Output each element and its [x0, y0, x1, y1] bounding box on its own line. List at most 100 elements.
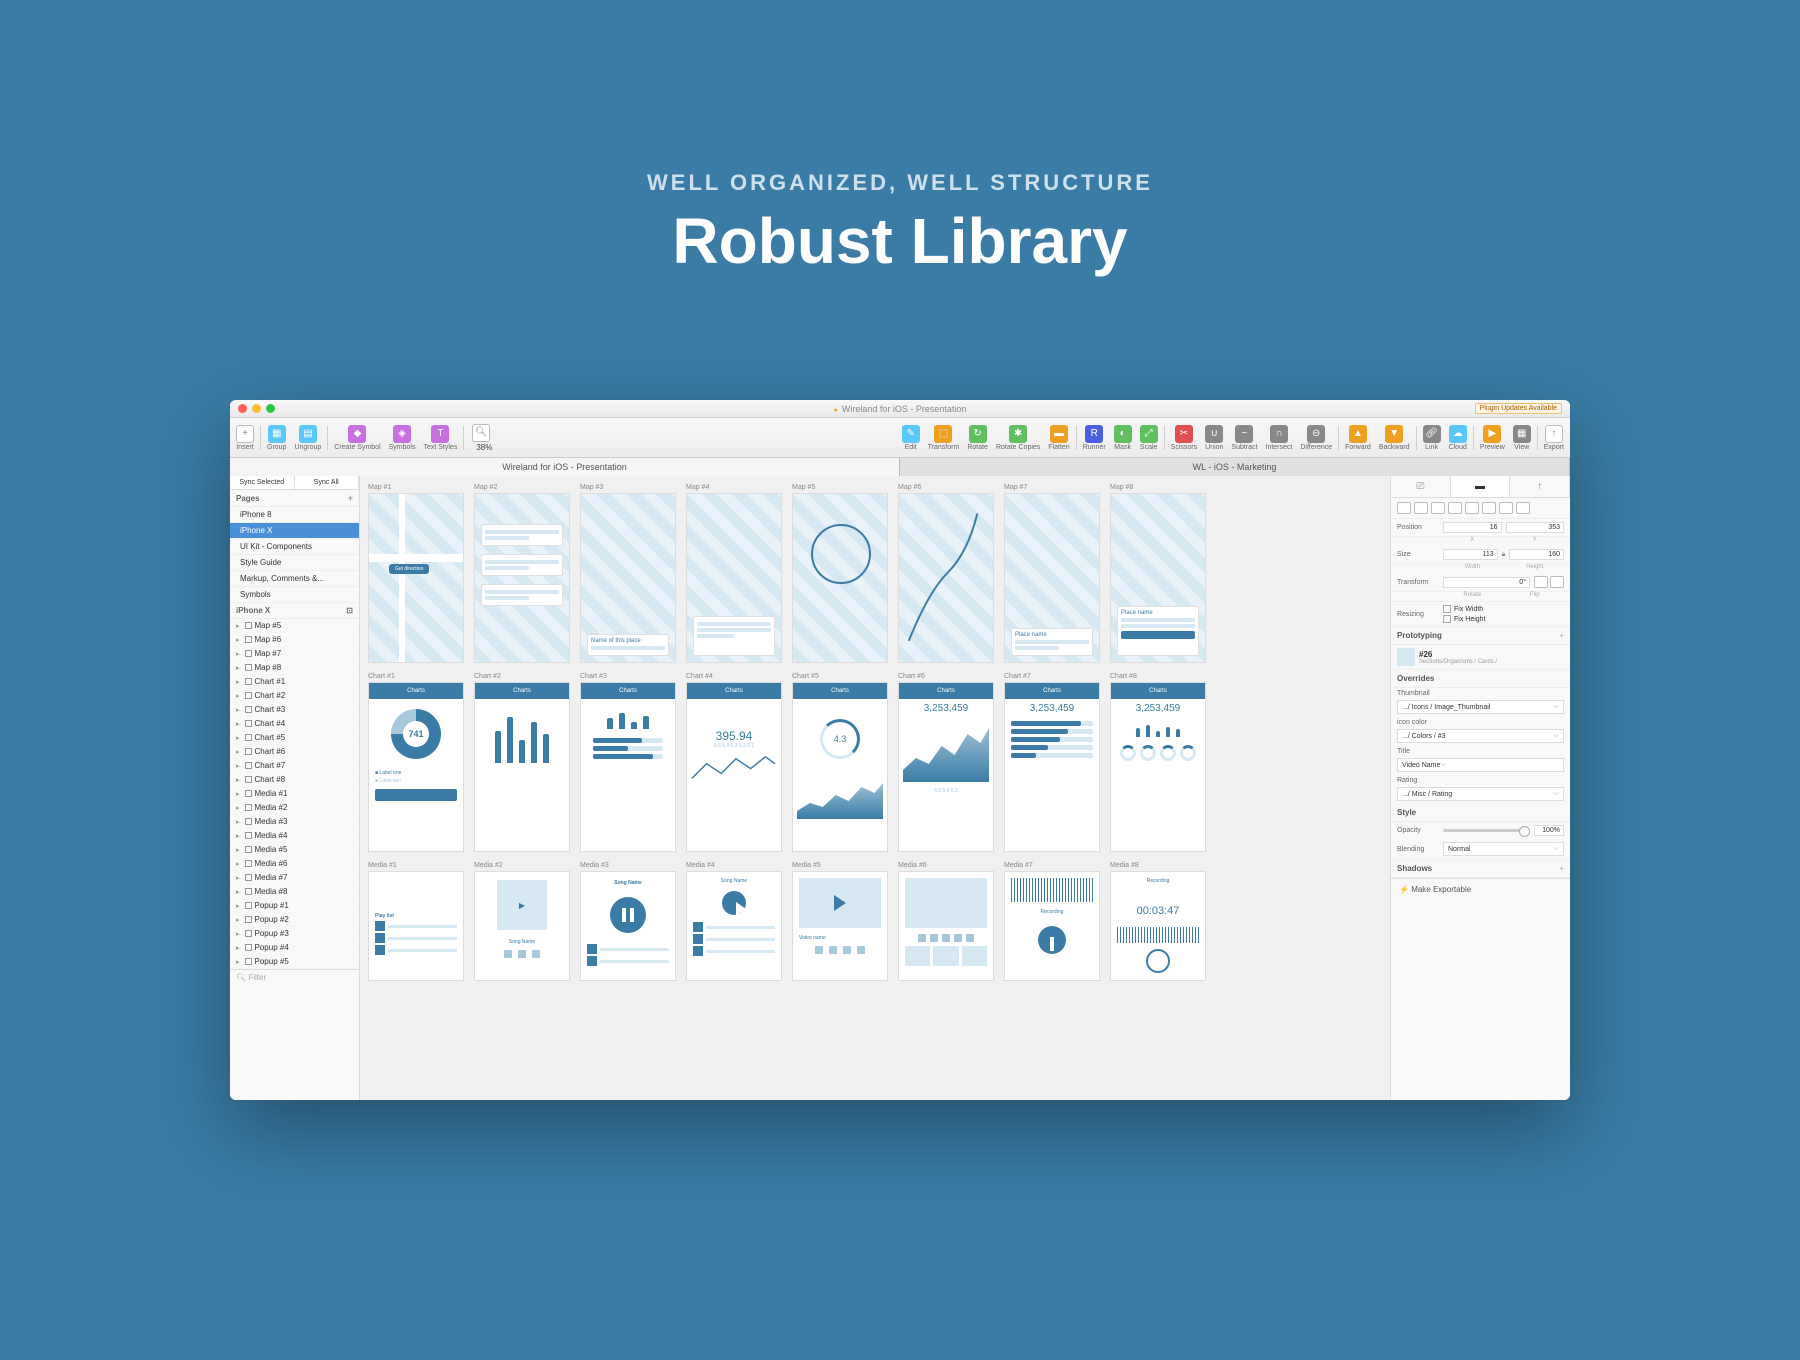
- layer-item[interactable]: Popup #4: [230, 941, 359, 955]
- add-prototype-icon[interactable]: +: [1559, 631, 1564, 640]
- align-left-icon[interactable]: [1397, 502, 1411, 514]
- forward-button[interactable]: ▲Forward: [1345, 425, 1371, 451]
- intersect-button[interactable]: ∩Intersect: [1266, 425, 1293, 451]
- link-button[interactable]: 🔗︎Link: [1423, 425, 1441, 451]
- flip-v-icon[interactable]: [1550, 576, 1564, 588]
- layer-item[interactable]: Chart #3: [230, 703, 359, 717]
- artboard[interactable]: Media #3 Song Name: [580, 862, 676, 981]
- artboard[interactable]: Chart #1 Charts741■ Label one■ Label two: [368, 673, 464, 852]
- sync-all-button[interactable]: Sync All: [295, 476, 360, 489]
- inspector-tab-properties[interactable]: ▬: [1451, 476, 1511, 497]
- symbols-button[interactable]: ◈Symbols: [389, 425, 416, 451]
- artboard[interactable]: Chart #6 Charts3,253,4595.5 5.4 5.3: [898, 673, 994, 852]
- export-button[interactable]: ↑Export: [1544, 425, 1564, 451]
- align-top-icon[interactable]: [1448, 502, 1462, 514]
- artboard[interactable]: Media #8 Recording00:03:47: [1110, 862, 1206, 981]
- opacity-slider[interactable]: [1443, 829, 1530, 832]
- layer-item[interactable]: Media #6: [230, 857, 359, 871]
- layer-item[interactable]: Chart #1: [230, 675, 359, 689]
- distribute-h-icon[interactable]: [1499, 502, 1513, 514]
- doc-tab-2[interactable]: WL - iOS - Marketing: [900, 458, 1570, 476]
- position-y-input[interactable]: 353: [1506, 522, 1565, 533]
- align-center-icon[interactable]: [1414, 502, 1428, 514]
- layer-item[interactable]: Media #8: [230, 885, 359, 899]
- view-button[interactable]: ▦View: [1513, 425, 1531, 451]
- width-input[interactable]: 113: [1443, 549, 1498, 560]
- runner-button[interactable]: RRunner: [1083, 425, 1106, 451]
- scale-button[interactable]: ⤢Scale: [1140, 425, 1158, 451]
- layer-item[interactable]: Media #2: [230, 801, 359, 815]
- override-thumbnail-select[interactable]: .../ Icons / Image_Thumbnail: [1397, 700, 1564, 714]
- blending-select[interactable]: Normal: [1443, 842, 1564, 856]
- layer-item[interactable]: Chart #8: [230, 773, 359, 787]
- artboard[interactable]: Media #5 Video name: [792, 862, 888, 981]
- artboard[interactable]: Media #6: [898, 862, 994, 981]
- layer-item[interactable]: Media #7: [230, 871, 359, 885]
- rotate-button[interactable]: ↻Rotate: [967, 425, 988, 451]
- preview-button[interactable]: ▶Preview: [1480, 425, 1505, 451]
- layer-item[interactable]: Popup #2: [230, 913, 359, 927]
- artboard[interactable]: Chart #5 Charts4.3: [792, 673, 888, 852]
- layer-item[interactable]: Map #7: [230, 647, 359, 661]
- align-middle-icon[interactable]: [1465, 502, 1479, 514]
- artboard[interactable]: Media #7 Recording: [1004, 862, 1100, 981]
- flatten-button[interactable]: ▬Flatten: [1048, 425, 1069, 451]
- page-item[interactable]: UI Kit - Components: [230, 539, 359, 555]
- layer-item[interactable]: Chart #5: [230, 731, 359, 745]
- layer-item[interactable]: Map #8: [230, 661, 359, 675]
- artboard[interactable]: Map #4 Map: [686, 484, 782, 663]
- artboard[interactable]: Media #4 Song Name: [686, 862, 782, 981]
- artboard[interactable]: Map #1 MapGet direction: [368, 484, 464, 663]
- transform-button[interactable]: ⬚Transform: [928, 425, 960, 451]
- minimize-icon[interactable]: [252, 404, 261, 413]
- artboard[interactable]: Chart #8 Charts3,253,459: [1110, 673, 1206, 852]
- flip-h-icon[interactable]: [1534, 576, 1548, 588]
- make-exportable-button[interactable]: Make Exportable: [1391, 878, 1570, 900]
- edit-button[interactable]: ✎Edit: [902, 425, 920, 451]
- rotate-copies-button[interactable]: ✱Rotate Copies: [996, 425, 1040, 451]
- create-symbol-button[interactable]: ◆Create Symbol: [334, 425, 380, 451]
- layer-item[interactable]: Map #6: [230, 633, 359, 647]
- layer-filter-input[interactable]: 🔍︎ Filter: [230, 969, 359, 985]
- opacity-value[interactable]: 100%: [1534, 825, 1564, 836]
- artboard[interactable]: Map #8 MapPlace name: [1110, 484, 1206, 663]
- layer-item[interactable]: Media #5: [230, 843, 359, 857]
- layer-item[interactable]: Chart #4: [230, 717, 359, 731]
- inspector-tab-export[interactable]: ↑: [1510, 476, 1570, 497]
- override-title-input[interactable]: Video Name: [1397, 758, 1564, 772]
- close-icon[interactable]: [238, 404, 247, 413]
- layer-item[interactable]: Map #5: [230, 619, 359, 633]
- mask-button[interactable]: ◐Mask: [1114, 425, 1132, 451]
- page-item[interactable]: Markup, Comments &...: [230, 571, 359, 587]
- page-item-selected[interactable]: iPhone X: [230, 523, 359, 539]
- layers-menu-icon[interactable]: ⊡: [346, 606, 353, 615]
- layer-item[interactable]: Media #3: [230, 815, 359, 829]
- canvas[interactable]: Map #1 MapGet direction Map #2 Map Map #…: [360, 476, 1390, 1100]
- artboard[interactable]: Map #2 Map: [474, 484, 570, 663]
- artboard[interactable]: Media #1 Play list: [368, 862, 464, 981]
- group-button[interactable]: ▦Group: [267, 425, 286, 451]
- fix-height-checkbox[interactable]: [1443, 615, 1451, 623]
- artboard[interactable]: Media #2 Song Name: [474, 862, 570, 981]
- layer-item[interactable]: Chart #6: [230, 745, 359, 759]
- align-bottom-icon[interactable]: [1482, 502, 1496, 514]
- align-right-icon[interactable]: [1431, 502, 1445, 514]
- position-x-input[interactable]: 16: [1443, 522, 1502, 533]
- layer-item[interactable]: Media #1: [230, 787, 359, 801]
- sync-selected-button[interactable]: Sync Selected: [230, 476, 295, 489]
- layer-item[interactable]: Popup #1: [230, 899, 359, 913]
- doc-tab-1[interactable]: Wireland for iOS - Presentation: [230, 458, 900, 476]
- fix-width-checkbox[interactable]: [1443, 605, 1451, 613]
- union-button[interactable]: ∪Union: [1205, 425, 1223, 451]
- layer-item[interactable]: Media #4: [230, 829, 359, 843]
- layer-item[interactable]: Chart #2: [230, 689, 359, 703]
- lock-icon[interactable]: 🔒︎: [1502, 551, 1506, 559]
- difference-button[interactable]: ⊖Difference: [1300, 425, 1332, 451]
- page-item[interactable]: iPhone 8: [230, 507, 359, 523]
- ungroup-button[interactable]: ▤Ungroup: [294, 425, 321, 451]
- layer-item[interactable]: Chart #7: [230, 759, 359, 773]
- artboard[interactable]: Map #7 MapPlace name: [1004, 484, 1100, 663]
- artboard[interactable]: Chart #2 Charts: [474, 673, 570, 852]
- layer-item[interactable]: Popup #3: [230, 927, 359, 941]
- override-rating-select[interactable]: .../ Misc / Rating: [1397, 787, 1564, 801]
